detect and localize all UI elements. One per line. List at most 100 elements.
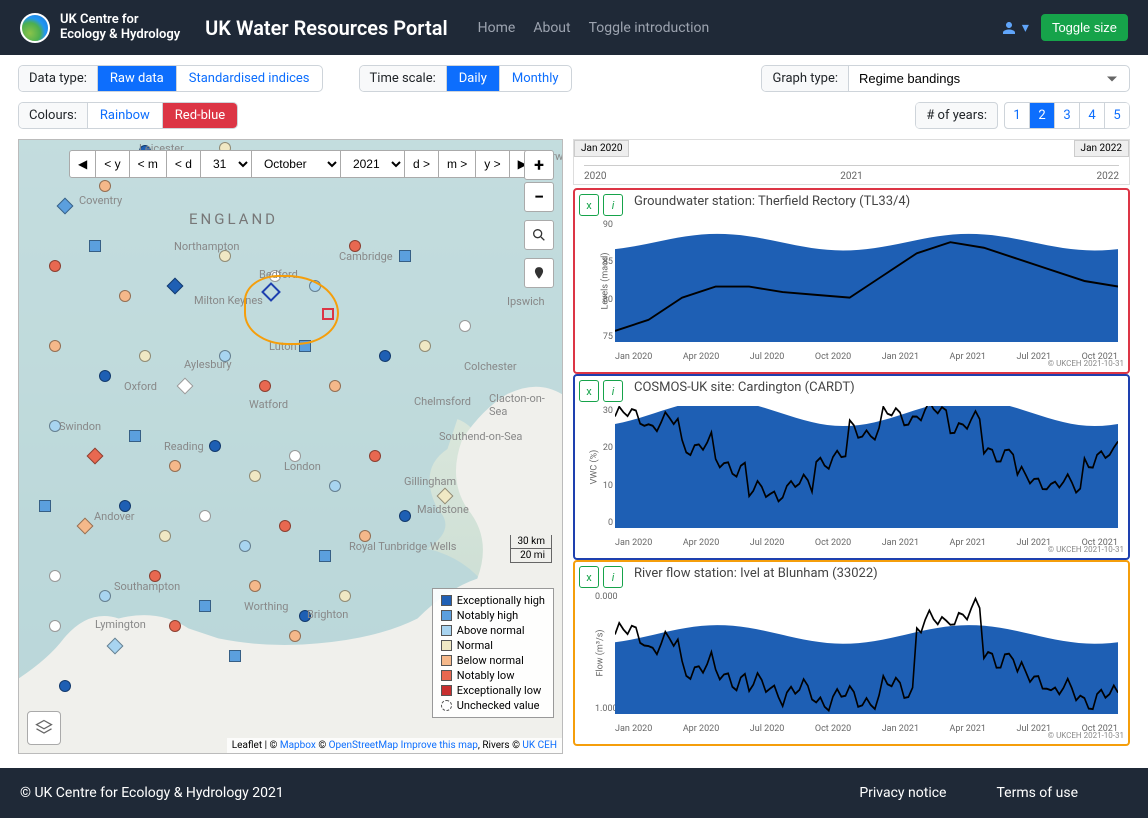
prev-year[interactable]: < y xyxy=(95,150,129,178)
next-month[interactable]: m > xyxy=(438,150,476,178)
graphtype-label: Graph type: xyxy=(762,66,849,91)
station-marker[interactable] xyxy=(169,460,181,472)
station-marker[interactable] xyxy=(399,510,411,522)
controls-row-2: Colours: Rainbow Red-blue # of years: 12… xyxy=(0,102,1148,139)
graphtype-select[interactable]: Regime bandings xyxy=(849,66,1129,91)
station-marker[interactable] xyxy=(259,380,271,392)
nav-toggle-intro[interactable]: Toggle introduction xyxy=(589,20,710,36)
map-attribution: Leaflet | © Mapbox © OpenStreetMap Impro… xyxy=(227,738,562,753)
colours-rainbow[interactable]: Rainbow xyxy=(88,103,163,128)
station-marker[interactable] xyxy=(289,630,301,642)
station-marker[interactable] xyxy=(399,250,411,262)
station-marker[interactable] xyxy=(199,600,211,612)
timescale-monthly[interactable]: Monthly xyxy=(500,66,571,91)
chart-title: Groundwater station: Therfield Rectory (… xyxy=(634,194,1124,209)
nav-about[interactable]: About xyxy=(533,20,570,36)
chart-info[interactable]: i xyxy=(603,380,623,402)
station-marker[interactable] xyxy=(369,450,381,462)
chart-close[interactable]: x xyxy=(579,380,599,402)
station-marker[interactable] xyxy=(139,350,151,362)
brand-text: UK Centre forEcology & Hydrology xyxy=(60,13,180,42)
header: UK Centre forEcology & Hydrology UK Wate… xyxy=(0,0,1148,55)
privacy-link[interactable]: Privacy notice xyxy=(859,785,946,801)
station-marker[interactable] xyxy=(229,650,241,662)
chart-info[interactable]: i xyxy=(603,566,623,588)
station-marker[interactable] xyxy=(99,370,111,382)
next-year[interactable]: y > xyxy=(475,150,509,178)
nav-home[interactable]: Home xyxy=(478,20,516,36)
locate-button[interactable] xyxy=(524,258,554,288)
copyright: © UK Centre for Ecology & Hydrology 2021 xyxy=(20,785,284,801)
colours-redblue[interactable]: Red-blue xyxy=(163,103,237,128)
station-marker[interactable] xyxy=(329,480,341,492)
prev-month[interactable]: < m xyxy=(129,150,167,178)
nav-prev-prev[interactable]: ◀ xyxy=(69,150,96,178)
search-button[interactable] xyxy=(524,220,554,250)
station-marker[interactable] xyxy=(239,540,251,552)
years-2[interactable]: 2 xyxy=(1029,102,1055,129)
station-marker[interactable] xyxy=(99,180,111,192)
zoom-out-button[interactable]: − xyxy=(524,182,554,212)
next-day[interactable]: d > xyxy=(404,150,439,178)
chart-info[interactable]: i xyxy=(603,194,623,216)
station-marker[interactable] xyxy=(99,590,111,602)
station-marker[interactable] xyxy=(169,620,181,632)
map[interactable]: ENGLAND LeicesterCoventryNorthamptonCamb… xyxy=(18,139,563,754)
station-marker[interactable] xyxy=(49,260,61,272)
prev-day[interactable]: < d xyxy=(166,150,201,178)
station-marker[interactable] xyxy=(279,520,291,532)
date-navigator: ◀ < y < m < d 31 October 2021 d > m > y … xyxy=(69,150,536,178)
station-marker[interactable] xyxy=(59,680,71,692)
years-5[interactable]: 5 xyxy=(1104,102,1130,129)
station-marker[interactable] xyxy=(39,500,51,512)
ceh-logo xyxy=(20,13,50,43)
station-marker[interactable] xyxy=(339,590,351,602)
station-marker[interactable] xyxy=(329,380,341,392)
years-4[interactable]: 4 xyxy=(1079,102,1105,129)
chart-1: x i COSMOS-UK site: Cardington (CARDT) V… xyxy=(573,374,1130,560)
chart-close[interactable]: x xyxy=(579,194,599,216)
user-dropdown[interactable]: ▾ xyxy=(1022,20,1029,36)
station-marker[interactable] xyxy=(49,620,61,632)
datatype-std[interactable]: Standardised indices xyxy=(177,66,322,91)
station-marker[interactable] xyxy=(49,340,61,352)
station-marker[interactable] xyxy=(319,550,331,562)
time-zoom-axis[interactable]: Jan 2020 Jan 2022 202020212022 /*ticks*/ xyxy=(573,139,1130,185)
day-select[interactable]: 31 xyxy=(200,150,252,178)
portal-title: UK Water Resources Portal xyxy=(205,16,447,40)
chart-column: Jan 2020 Jan 2022 202020212022 /*ticks*/… xyxy=(573,139,1130,754)
zoom-in-button[interactable]: + xyxy=(524,150,554,180)
user-icon[interactable] xyxy=(1000,19,1018,37)
station-marker[interactable] xyxy=(119,290,131,302)
station-marker[interactable] xyxy=(129,430,141,442)
terms-link[interactable]: Terms of use xyxy=(996,785,1078,801)
timescale-label: Time scale: xyxy=(360,66,447,91)
station-marker[interactable] xyxy=(249,580,261,592)
main-content: ENGLAND LeicesterCoventryNorthamptonCamb… xyxy=(0,139,1148,754)
station-marker[interactable] xyxy=(249,470,261,482)
station-marker[interactable] xyxy=(379,350,391,362)
station-marker[interactable] xyxy=(459,320,471,332)
station-marker[interactable] xyxy=(89,240,101,252)
chart-close[interactable]: x xyxy=(579,566,599,588)
year-select[interactable]: 2021 xyxy=(340,150,405,178)
colours-label: Colours: xyxy=(19,103,88,128)
timescale-group: Time scale: Daily Monthly xyxy=(359,65,572,92)
nav: Home About Toggle introduction xyxy=(478,20,710,36)
datatype-raw[interactable]: Raw data xyxy=(98,66,177,91)
station-marker[interactable] xyxy=(159,530,171,542)
station-marker[interactable] xyxy=(419,340,431,352)
layers-button[interactable] xyxy=(27,711,61,745)
years-group: # of years: 12345 xyxy=(915,102,1130,129)
station-marker[interactable] xyxy=(199,510,211,522)
years-1[interactable]: 1 xyxy=(1004,102,1030,129)
timescale-daily[interactable]: Daily xyxy=(447,66,500,91)
chart-0: x i Groundwater station: Therfield Recto… xyxy=(573,188,1130,374)
month-select[interactable]: October xyxy=(251,150,341,178)
controls-row-1: Data type: Raw data Standardised indices… xyxy=(0,55,1148,102)
toggle-size-button[interactable]: Toggle size xyxy=(1041,14,1128,41)
footer: © UK Centre for Ecology & Hydrology 2021… xyxy=(0,768,1148,818)
years-3[interactable]: 3 xyxy=(1054,102,1080,129)
station-marker[interactable] xyxy=(49,570,61,582)
station-marker[interactable] xyxy=(209,440,221,452)
